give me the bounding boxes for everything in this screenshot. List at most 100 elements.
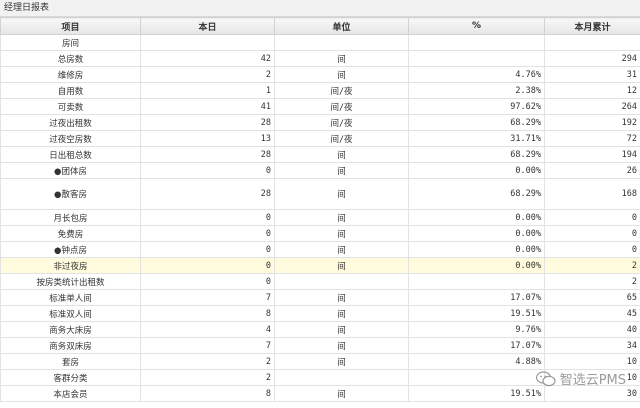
cell-item: 非过夜房 <box>0 257 141 274</box>
cell-month-total: 10 <box>544 353 640 370</box>
table-row[interactable]: 标准双人间 8 间 19.51% 45 <box>0 305 640 322</box>
cell-percent: 97.62% <box>408 98 545 115</box>
cell-today: 13 <box>140 130 275 147</box>
cell-month-total: 0 <box>544 209 640 226</box>
cell-unit: 间/夜 <box>274 98 409 115</box>
cell-unit <box>274 369 409 386</box>
cell-month-total: 294 <box>544 50 640 67</box>
cell-month-total: 40 <box>544 321 640 338</box>
col-header-today[interactable]: 本日 <box>140 17 275 35</box>
cell-item: 商务双床房 <box>0 337 141 354</box>
table-row[interactable]: 自用数 1 间/夜 2.38% 12 <box>0 82 640 99</box>
cell-unit: 间 <box>274 241 409 258</box>
table-row[interactable]: 总房数 42 间 294 <box>0 50 640 67</box>
cell-unit: 间 <box>274 353 409 370</box>
cell-unit: 间 <box>274 66 409 83</box>
report-table: 项目 本日 单位 % 本月累计 房间 总房数 42 间 294 维修房 2 间 4.76% 31 自… <box>0 17 640 402</box>
cell-month-total: 12 <box>544 82 640 99</box>
cell-month-total: 192 <box>544 114 640 131</box>
cell-percent: 2.38% <box>408 82 545 99</box>
cell-percent: 4.88% <box>408 353 545 370</box>
cell-today: 8 <box>140 305 275 322</box>
table-row[interactable]: 商务大床房 4 间 9.76% 40 <box>0 321 640 338</box>
table-row[interactable]: 非过夜房 0 间 0.00% 2 <box>0 257 640 274</box>
watermark: 智选云PMS <box>535 369 626 388</box>
cell-item: ●团体房 <box>0 162 141 179</box>
col-header-month-total[interactable]: 本月累计 <box>544 17 640 35</box>
table-row[interactable]: 按房类统计出租数 0 2 <box>0 273 640 290</box>
table-row[interactable]: 月长包房 0 间 0.00% 0 <box>0 209 640 226</box>
table-row[interactable]: 免费房 0 间 0.00% 0 <box>0 225 640 242</box>
cell-month-total: 45 <box>544 305 640 322</box>
cell-today <box>140 34 275 51</box>
cell-percent <box>408 50 545 67</box>
cell-percent <box>408 369 545 386</box>
cell-unit: 间 <box>274 337 409 354</box>
cell-month-total: 26 <box>544 162 640 179</box>
cell-unit: 间 <box>274 289 409 306</box>
cell-unit: 间/夜 <box>274 114 409 131</box>
cell-item: 日出租总数 <box>0 146 141 163</box>
cell-percent: 17.07% <box>408 337 545 354</box>
cell-item: 按房类统计出租数 <box>0 273 141 290</box>
cell-month-total: 65 <box>544 289 640 306</box>
cell-month-total: 264 <box>544 98 640 115</box>
table-row[interactable]: ●钟点房 0 间 0.00% 0 <box>0 241 640 258</box>
table-row[interactable]: 维修房 2 间 4.76% 31 <box>0 66 640 83</box>
cell-today: 0 <box>140 162 275 179</box>
cell-today: 7 <box>140 337 275 354</box>
cell-item: 过夜出租数 <box>0 114 141 131</box>
table-row[interactable]: 商务双床房 7 间 17.07% 34 <box>0 337 640 354</box>
cell-unit: 间 <box>274 257 409 274</box>
cell-month-total: 2 <box>544 273 640 290</box>
table-row[interactable]: 过夜出租数 28 间/夜 68.29% 192 <box>0 114 640 131</box>
cell-today: 0 <box>140 241 275 258</box>
cell-percent <box>408 34 545 51</box>
cell-percent: 0.00% <box>408 257 545 274</box>
cell-item: 过夜空房数 <box>0 130 141 147</box>
table-row[interactable]: 房间 <box>0 34 640 51</box>
cell-percent: 0.00% <box>408 209 545 226</box>
cell-item: 自用数 <box>0 82 141 99</box>
cell-percent: 17.07% <box>408 289 545 306</box>
cell-month-total: 31 <box>544 66 640 83</box>
cell-month-total <box>544 34 640 51</box>
cell-unit: 间/夜 <box>274 130 409 147</box>
cell-percent: 9.76% <box>408 321 545 338</box>
col-header-item[interactable]: 项目 <box>0 17 141 35</box>
cell-unit: 间 <box>274 146 409 163</box>
cell-item: 可卖数 <box>0 98 141 115</box>
cell-item: 套房 <box>0 353 141 370</box>
cell-month-total: 0 <box>544 225 640 242</box>
col-header-percent[interactable]: % <box>408 17 545 35</box>
cell-percent: 68.29% <box>408 114 545 131</box>
cell-item: ●散客房 <box>0 178 141 210</box>
report-title: 经理日报表 <box>0 0 640 17</box>
cell-percent <box>408 273 545 290</box>
col-header-unit[interactable]: 单位 <box>274 17 409 35</box>
cell-month-total: 194 <box>544 146 640 163</box>
cell-percent: 0.00% <box>408 162 545 179</box>
cell-today: 2 <box>140 353 275 370</box>
cell-today: 0 <box>140 273 275 290</box>
cell-percent: 19.51% <box>408 385 545 402</box>
cell-month-total: 34 <box>544 337 640 354</box>
table-row[interactable]: ●散客房 28 间 68.29% 168 <box>0 178 640 210</box>
cell-item: 商务大床房 <box>0 321 141 338</box>
wechat-icon <box>535 370 556 387</box>
table-row[interactable]: 标准单人间 7 间 17.07% 65 <box>0 289 640 306</box>
cell-percent: 31.71% <box>408 130 545 147</box>
cell-today: 7 <box>140 289 275 306</box>
table-row[interactable]: 过夜空房数 13 间/夜 31.71% 72 <box>0 130 640 147</box>
cell-item: 月长包房 <box>0 209 141 226</box>
table-row[interactable]: 可卖数 41 间/夜 97.62% 264 <box>0 98 640 115</box>
table-row[interactable]: 套房 2 间 4.88% 10 <box>0 353 640 370</box>
cell-item: ●钟点房 <box>0 241 141 258</box>
table-row[interactable]: 日出租总数 28 间 68.29% 194 <box>0 146 640 163</box>
cell-item: 本店会员 <box>0 385 141 402</box>
table-row[interactable]: ●团体房 0 间 0.00% 26 <box>0 162 640 179</box>
watermark-text: 智选云PMS <box>559 373 626 388</box>
cell-unit: 间 <box>274 321 409 338</box>
cell-item: 标准单人间 <box>0 289 141 306</box>
cell-item: 免费房 <box>0 225 141 242</box>
